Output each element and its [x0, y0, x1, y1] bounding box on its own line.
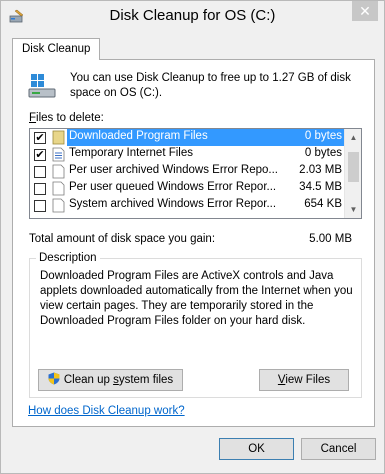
close-button[interactable]: ✕ [352, 1, 378, 21]
description-legend: Description [36, 252, 100, 264]
total-space-label: Total amount of disk space you gain: [29, 233, 216, 245]
file-name: Downloaded Program Files [69, 130, 208, 142]
files-to-delete-label: Files to delete: [29, 112, 104, 124]
disk-cleanup-icon [28, 74, 56, 98]
uac-shield-icon [48, 372, 60, 385]
close-icon: ✕ [359, 3, 371, 19]
view-label-after: iew Files [285, 374, 331, 386]
cleanup-label-before: Clean up [63, 374, 114, 386]
intro-text: You can use Disk Cleanup to free up to 1… [70, 72, 351, 99]
clean-up-system-files-button[interactable]: Clean up system files [38, 369, 183, 391]
files-label-rest: iles to delete: [36, 112, 104, 124]
list-item-label-area: Per user queued Windows Error Repor... 3… [67, 180, 344, 197]
file-size: 0 bytes [304, 130, 342, 142]
cancel-button[interactable]: Cancel [301, 438, 376, 460]
how-does-disk-cleanup-work-link[interactable]: How does Disk Cleanup work? [28, 405, 185, 417]
list-item[interactable]: Per user queued Windows Error Repor... 3… [30, 180, 344, 197]
tab-strip: Disk Cleanup [12, 38, 375, 60]
tab-panel-disk-cleanup: You can use Disk Cleanup to free up to 1… [12, 59, 375, 427]
file-size: 2.03 MB [299, 164, 342, 176]
file-name: Per user archived Windows Error Repo... [69, 164, 278, 176]
file-size: 0 bytes [304, 147, 342, 159]
title-bar[interactable]: Disk Cleanup for OS (C:) ✕ [1, 1, 384, 32]
file-size: 654 KB [304, 198, 342, 210]
list-item-label-area: System archived Windows Error Repor... 6… [67, 197, 344, 214]
folder-icon [52, 130, 65, 145]
list-item-label-area: Temporary Internet Files 0 bytes [67, 146, 344, 163]
list-item[interactable]: ✔ Downloaded Program Files 0 bytes [30, 129, 344, 146]
description-text: Downloaded Program Files are ActiveX con… [40, 270, 353, 327]
list-item-label-area: Downloaded Program Files 0 bytes [67, 129, 344, 146]
file-name: Temporary Internet Files [69, 147, 193, 159]
scroll-thumb[interactable] [348, 152, 359, 182]
list-item[interactable]: ✔ Temporary Internet Files 0 bytes [30, 146, 344, 163]
file-name: System archived Windows Error Repor... [69, 198, 277, 210]
files-label-mnemonic: F [29, 112, 37, 124]
file-checkbox[interactable]: ✔ [34, 132, 46, 144]
file-name: Per user queued Windows Error Repor... [69, 181, 277, 193]
list-item[interactable]: Per user archived Windows Error Repo... … [30, 163, 344, 180]
file-checkbox[interactable] [34, 183, 46, 195]
view-files-button[interactable]: View Files [259, 369, 349, 391]
scroll-down-arrow-icon[interactable]: ▼ [345, 201, 361, 218]
cleanup-label-after: ystem files [118, 374, 174, 386]
window-title: Disk Cleanup for OS (C:) [109, 7, 276, 24]
file-size: 34.5 MB [299, 181, 342, 193]
tab-disk-cleanup[interactable]: Disk Cleanup [12, 38, 101, 60]
disk-cleanup-window: Disk Cleanup for OS (C:) ✕ Disk Cleanup … [0, 0, 385, 474]
list-item-label-area: Per user archived Windows Error Repo... … [67, 163, 344, 180]
list-item[interactable]: System archived Windows Error Repor... 6… [30, 197, 344, 214]
file-checkbox[interactable]: ✔ [34, 149, 46, 161]
document-icon [52, 164, 65, 179]
list-scrollbar[interactable]: ▲ ▼ [344, 129, 361, 218]
document-icon [52, 181, 65, 196]
file-checkbox[interactable] [34, 166, 46, 178]
total-space-value: 5.00 MB [309, 233, 352, 245]
document-icon [52, 198, 65, 213]
scroll-up-arrow-icon[interactable]: ▲ [345, 129, 361, 146]
file-checkbox[interactable] [34, 200, 46, 212]
ok-button[interactable]: OK [219, 438, 294, 460]
files-to-delete-list[interactable]: ✔ Downloaded Program Files 0 bytes ✔ Tem… [29, 128, 362, 219]
document-lines-icon [52, 147, 65, 162]
